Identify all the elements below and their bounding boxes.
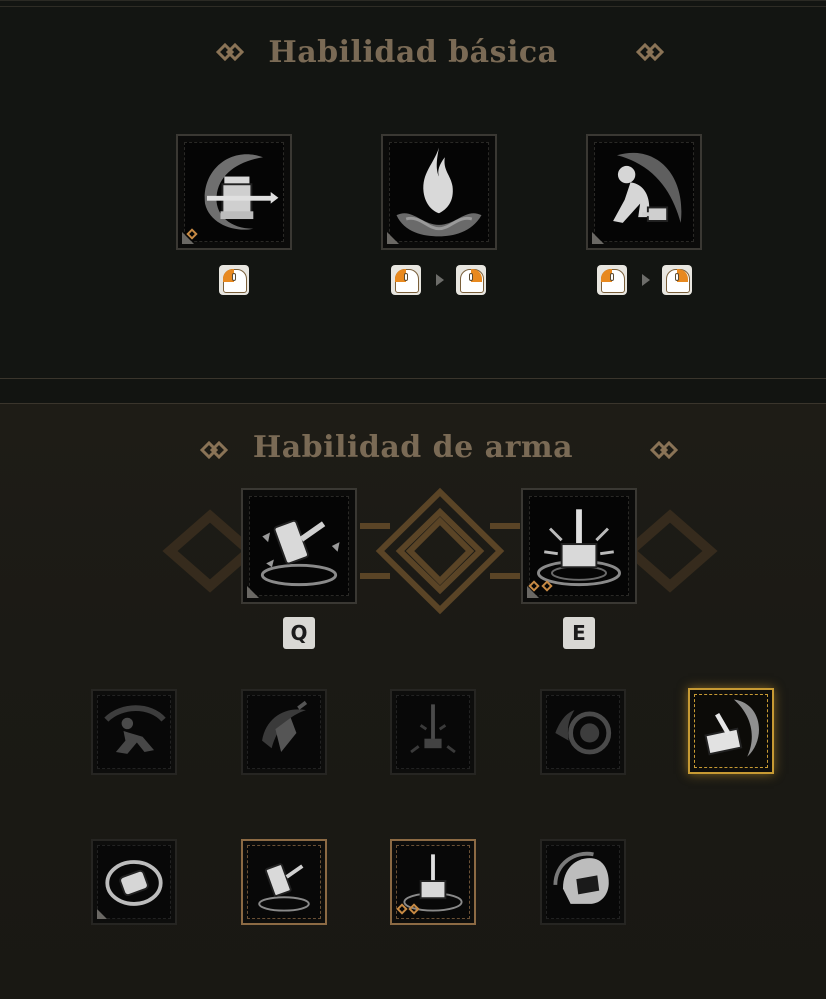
- sequence-arrow-icon: [642, 274, 650, 286]
- section-title-weapon: Habilidad de arma: [252, 430, 574, 465]
- left-click-icon: [597, 265, 627, 295]
- left-click-icon: [662, 265, 692, 295]
- helmet-icon: [553, 851, 609, 904]
- left-click-icon: [391, 265, 421, 295]
- weapon-skill-option-3[interactable]: [390, 689, 476, 775]
- basic-skill-slot-2[interactable]: [381, 134, 497, 250]
- weapon-skill-option-7[interactable]: [241, 839, 327, 925]
- left-click-icon: [456, 265, 486, 295]
- knot-ornament-icon: [649, 440, 679, 460]
- left-click-icon: [219, 265, 249, 295]
- basic-skills-panel: Habilidad básica: [0, 0, 826, 378]
- basic-skill-slot-1[interactable]: [176, 134, 292, 250]
- panel-divider: [0, 378, 826, 379]
- weapon-skill-option-4[interactable]: [540, 689, 626, 775]
- knot-ornament-icon: [635, 42, 665, 62]
- weapon-skill-option-6[interactable]: [91, 839, 177, 925]
- sword-drop-icon: [410, 704, 456, 754]
- key-e-label: E: [563, 617, 595, 649]
- section-title-basic: Habilidad básica: [268, 35, 558, 70]
- weapon-skill-slot-e[interactable]: [521, 488, 637, 604]
- crouch-strike-icon: [613, 152, 682, 223]
- hammer-throw-icon: [258, 863, 310, 912]
- flame-icon: [396, 147, 482, 237]
- weapon-skill-option-8[interactable]: [390, 839, 476, 925]
- dash-icon: [104, 705, 166, 754]
- shield-bash-icon: [555, 710, 612, 755]
- weapon-skill-option-5[interactable]: [688, 688, 774, 774]
- weapon-skill-option-9[interactable]: [540, 839, 626, 925]
- sequence-arrow-icon: [436, 274, 444, 286]
- key-q-label: Q: [283, 617, 315, 649]
- weapon-skill-option-2[interactable]: [241, 689, 327, 775]
- basic-skill-slot-3[interactable]: [586, 134, 702, 250]
- weapon-skill-slot-q[interactable]: [241, 488, 357, 604]
- crystal-slash-icon: [262, 700, 308, 753]
- hammer-throw-icon: [260, 519, 340, 587]
- hammer-spin-icon: [704, 699, 759, 757]
- weapon-skill-option-1[interactable]: [91, 689, 177, 775]
